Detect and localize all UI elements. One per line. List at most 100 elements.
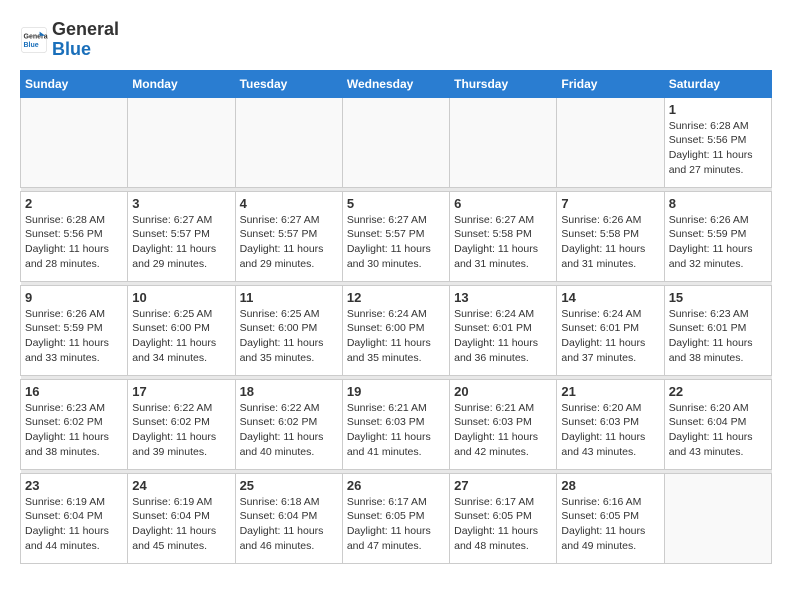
day-number: 12 — [347, 290, 445, 305]
calendar-cell: 12 Sunrise: 6:24 AM Sunset: 6:00 PM Dayli… — [342, 285, 449, 375]
day-info: Sunrise: 6:25 AM Sunset: 6:00 PM Dayligh… — [132, 307, 230, 366]
calendar-cell: 7 Sunrise: 6:26 AM Sunset: 5:58 PM Daylig… — [557, 191, 664, 281]
calendar-cell: 20 Sunrise: 6:21 AM Sunset: 6:03 PM Dayli… — [450, 379, 557, 469]
day-number: 24 — [132, 478, 230, 493]
day-number: 4 — [240, 196, 338, 211]
calendar-cell: 24 Sunrise: 6:19 AM Sunset: 6:04 PM Dayli… — [128, 473, 235, 563]
day-number: 8 — [669, 196, 767, 211]
day-number: 10 — [132, 290, 230, 305]
day-number: 27 — [454, 478, 552, 493]
weekday-header-tuesday: Tuesday — [235, 70, 342, 97]
day-info: Sunrise: 6:19 AM Sunset: 6:04 PM Dayligh… — [25, 495, 123, 554]
weekday-header-friday: Friday — [557, 70, 664, 97]
weekday-header-thursday: Thursday — [450, 70, 557, 97]
weekday-header-wednesday: Wednesday — [342, 70, 449, 97]
day-number: 23 — [25, 478, 123, 493]
day-number: 3 — [132, 196, 230, 211]
calendar-cell — [128, 97, 235, 187]
svg-text:Blue: Blue — [24, 42, 39, 49]
calendar-cell: 25 Sunrise: 6:18 AM Sunset: 6:04 PM Dayli… — [235, 473, 342, 563]
day-info: Sunrise: 6:28 AM Sunset: 5:56 PM Dayligh… — [25, 213, 123, 272]
calendar-cell: 18Sunrise: 6:22 AM Sunset: 6:02 PM Dayli… — [235, 379, 342, 469]
day-info: Sunrise: 6:18 AM Sunset: 6:04 PM Dayligh… — [240, 495, 338, 554]
day-number: 5 — [347, 196, 445, 211]
day-number: 11 — [240, 290, 338, 305]
day-info: Sunrise: 6:22 AM Sunset: 6:02 PM Dayligh… — [132, 401, 230, 460]
calendar-cell: 8 Sunrise: 6:26 AM Sunset: 5:59 PM Daylig… — [664, 191, 771, 281]
day-info: Sunrise: 6:21 AM Sunset: 6:03 PM Dayligh… — [347, 401, 445, 460]
calendar-cell: 10 Sunrise: 6:25 AM Sunset: 6:00 PM Dayli… — [128, 285, 235, 375]
calendar-cell — [342, 97, 449, 187]
day-info: Sunrise: 6:26 AM Sunset: 5:58 PM Dayligh… — [561, 213, 659, 272]
week-row-2: 2 Sunrise: 6:28 AM Sunset: 5:56 PM Daylig… — [21, 191, 772, 281]
calendar-cell — [664, 473, 771, 563]
day-info: Sunrise: 6:26 AM Sunset: 5:59 PM Dayligh… — [669, 213, 767, 272]
day-info: Sunrise: 6:25 AM Sunset: 6:00 PM Dayligh… — [240, 307, 338, 366]
day-number: 26 — [347, 478, 445, 493]
day-info: Sunrise: 6:28 AM Sunset: 5:56 PM Dayligh… — [669, 119, 767, 178]
calendar-header-row: SundayMondayTuesdayWednesdayThursdayFrid… — [21, 70, 772, 97]
calendar-cell: 5 Sunrise: 6:27 AM Sunset: 5:57 PM Daylig… — [342, 191, 449, 281]
day-number: 7 — [561, 196, 659, 211]
calendar-cell: 19 Sunrise: 6:21 AM Sunset: 6:03 PM Dayli… — [342, 379, 449, 469]
calendar-cell: 3 Sunrise: 6:27 AM Sunset: 5:57 PM Daylig… — [128, 191, 235, 281]
week-row-1: 1 Sunrise: 6:28 AM Sunset: 5:56 PM Daylig… — [21, 97, 772, 187]
day-number: 17 — [132, 384, 230, 399]
day-number: 14 — [561, 290, 659, 305]
calendar-cell: 1 Sunrise: 6:28 AM Sunset: 5:56 PM Daylig… — [664, 97, 771, 187]
logo-text: General Blue — [52, 20, 119, 60]
day-number: 9 — [25, 290, 123, 305]
calendar-cell: 16Sunrise: 6:23 AM Sunset: 6:02 PM Dayli… — [21, 379, 128, 469]
day-info: Sunrise: 6:19 AM Sunset: 6:04 PM Dayligh… — [132, 495, 230, 554]
week-row-5: 23 Sunrise: 6:19 AM Sunset: 6:04 PM Dayli… — [21, 473, 772, 563]
calendar-cell: 2 Sunrise: 6:28 AM Sunset: 5:56 PM Daylig… — [21, 191, 128, 281]
day-info: Sunrise: 6:27 AM Sunset: 5:57 PM Dayligh… — [240, 213, 338, 272]
calendar-cell: 14Sunrise: 6:24 AM Sunset: 6:01 PM Dayli… — [557, 285, 664, 375]
day-info: Sunrise: 6:17 AM Sunset: 6:05 PM Dayligh… — [347, 495, 445, 554]
day-number: 13 — [454, 290, 552, 305]
day-info: Sunrise: 6:21 AM Sunset: 6:03 PM Dayligh… — [454, 401, 552, 460]
calendar-cell: 21Sunrise: 6:20 AM Sunset: 6:03 PM Dayli… — [557, 379, 664, 469]
day-info: Sunrise: 6:22 AM Sunset: 6:02 PM Dayligh… — [240, 401, 338, 460]
calendar-cell: 23 Sunrise: 6:19 AM Sunset: 6:04 PM Dayli… — [21, 473, 128, 563]
day-info: Sunrise: 6:17 AM Sunset: 6:05 PM Dayligh… — [454, 495, 552, 554]
logo: General Blue General Blue — [20, 20, 119, 60]
page-header: General Blue General Blue — [20, 20, 772, 60]
day-number: 21 — [561, 384, 659, 399]
calendar-cell — [21, 97, 128, 187]
day-info: Sunrise: 6:27 AM Sunset: 5:57 PM Dayligh… — [347, 213, 445, 272]
calendar-cell: 17 Sunrise: 6:22 AM Sunset: 6:02 PM Dayli… — [128, 379, 235, 469]
calendar-table: SundayMondayTuesdayWednesdayThursdayFrid… — [20, 70, 772, 564]
day-info: Sunrise: 6:16 AM Sunset: 6:05 PM Dayligh… — [561, 495, 659, 554]
day-number: 2 — [25, 196, 123, 211]
day-info: Sunrise: 6:27 AM Sunset: 5:57 PM Dayligh… — [132, 213, 230, 272]
calendar-cell — [450, 97, 557, 187]
calendar-cell: 26 Sunrise: 6:17 AM Sunset: 6:05 PM Dayli… — [342, 473, 449, 563]
calendar-cell — [557, 97, 664, 187]
day-info: Sunrise: 6:24 AM Sunset: 6:00 PM Dayligh… — [347, 307, 445, 366]
day-number: 25 — [240, 478, 338, 493]
day-number: 19 — [347, 384, 445, 399]
day-number: 20 — [454, 384, 552, 399]
calendar-cell: 15Sunrise: 6:23 AM Sunset: 6:01 PM Dayli… — [664, 285, 771, 375]
day-info: Sunrise: 6:27 AM Sunset: 5:58 PM Dayligh… — [454, 213, 552, 272]
calendar-cell: 11 Sunrise: 6:25 AM Sunset: 6:00 PM Dayli… — [235, 285, 342, 375]
day-number: 22 — [669, 384, 767, 399]
calendar-cell: 27 Sunrise: 6:17 AM Sunset: 6:05 PM Dayli… — [450, 473, 557, 563]
calendar-cell: 22 Sunrise: 6:20 AM Sunset: 6:04 PM Dayli… — [664, 379, 771, 469]
day-info: Sunrise: 6:23 AM Sunset: 6:01 PM Dayligh… — [669, 307, 767, 366]
weekday-header-saturday: Saturday — [664, 70, 771, 97]
day-number: 6 — [454, 196, 552, 211]
calendar-cell — [235, 97, 342, 187]
calendar-cell: 9 Sunrise: 6:26 AM Sunset: 5:59 PM Daylig… — [21, 285, 128, 375]
day-info: Sunrise: 6:20 AM Sunset: 6:04 PM Dayligh… — [669, 401, 767, 460]
logo-icon: General Blue — [20, 26, 48, 54]
calendar-cell: 13 Sunrise: 6:24 AM Sunset: 6:01 PM Dayli… — [450, 285, 557, 375]
calendar-cell: 4 Sunrise: 6:27 AM Sunset: 5:57 PM Daylig… — [235, 191, 342, 281]
day-number: 16 — [25, 384, 123, 399]
day-number: 1 — [669, 102, 767, 117]
week-row-4: 16Sunrise: 6:23 AM Sunset: 6:02 PM Dayli… — [21, 379, 772, 469]
day-info: Sunrise: 6:26 AM Sunset: 5:59 PM Dayligh… — [25, 307, 123, 366]
day-info: Sunrise: 6:24 AM Sunset: 6:01 PM Dayligh… — [454, 307, 552, 366]
calendar-cell: 28Sunrise: 6:16 AM Sunset: 6:05 PM Dayli… — [557, 473, 664, 563]
